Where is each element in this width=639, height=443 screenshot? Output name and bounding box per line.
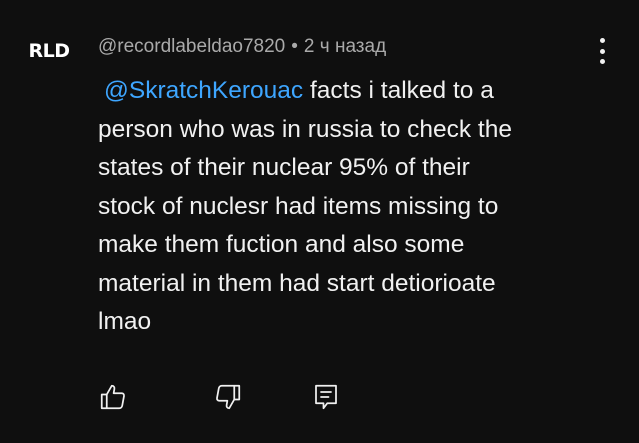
comment-body: facts i talked to a person who was in ru…	[98, 77, 512, 335]
dislike-button[interactable]	[211, 380, 245, 414]
mention-link[interactable]: @SkratchKerouac	[104, 77, 303, 104]
avatar[interactable]: RLD	[24, 32, 74, 70]
thumbs-down-icon	[213, 382, 243, 412]
comment-text: @SkratchKerouac facts i talked to a pers…	[98, 72, 608, 342]
more-vert-icon	[599, 38, 605, 64]
comment-timestamp[interactable]: 2 ч назад	[304, 36, 386, 57]
reply-button[interactable]	[309, 380, 343, 414]
comment-actions	[96, 380, 356, 416]
comment-header: @recordlabeldao7820 • 2 ч назад	[98, 36, 386, 58]
comment-thread: RLD @recordlabeldao7820 • 2 ч назад @Skrat…	[0, 0, 639, 443]
author-name[interactable]: @recordlabeldao7820	[98, 36, 285, 57]
thumbs-up-icon	[98, 382, 128, 412]
reply-icon	[311, 382, 341, 412]
more-actions-button[interactable]	[590, 38, 614, 72]
avatar-logo: RLD	[28, 39, 70, 62]
like-button[interactable]	[96, 380, 130, 414]
meta-separator: •	[291, 36, 298, 57]
